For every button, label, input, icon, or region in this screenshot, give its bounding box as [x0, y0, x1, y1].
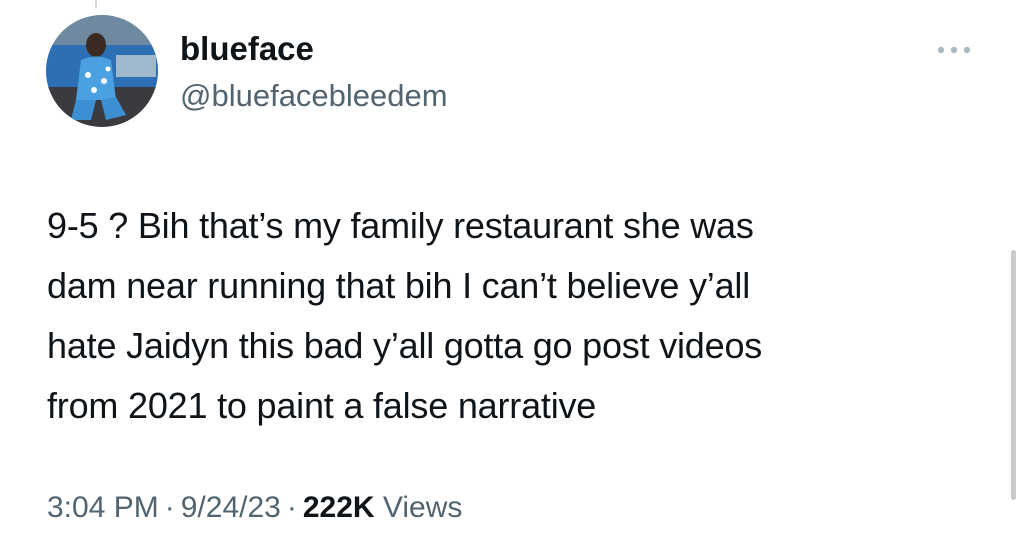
thread-connector — [95, 0, 97, 8]
views-count[interactable]: 222K — [303, 491, 375, 524]
avatar[interactable] — [46, 15, 158, 127]
tweet-time[interactable]: 3:04 PM — [47, 491, 159, 524]
tweet-meta: 3:04 PM · 9/24/23 · 222K Views — [47, 488, 462, 528]
separator-dot: · — [164, 491, 175, 524]
tweet-text-line: from 2021 to paint a false narrative — [47, 385, 597, 426]
tweet-text: 9-5 ? Bih that’s my family restaurant sh… — [47, 196, 947, 436]
avatar-image — [46, 15, 158, 127]
tweet-text-line: dam near running that bih I can’t believ… — [47, 265, 751, 306]
author-handle[interactable]: @bluefacebleedem — [180, 76, 448, 116]
more-options-button[interactable] — [934, 38, 974, 62]
scrollbar[interactable] — [1011, 250, 1016, 500]
tweet-text-line: 9-5 ? Bih that’s my family restaurant sh… — [47, 205, 754, 246]
tweet-text-line: hate Jaidyn this bad y’all gotta go post… — [47, 325, 763, 366]
views-label: Views — [382, 491, 463, 524]
more-horizontal-icon — [937, 46, 971, 54]
tweet-date[interactable]: 9/24/23 — [181, 491, 281, 524]
separator-dot: · — [286, 491, 297, 524]
author-display-name[interactable]: blueface — [180, 29, 314, 69]
tweet: blueface @bluefacebleedem 9-5 ? Bih that… — [0, 0, 1024, 554]
